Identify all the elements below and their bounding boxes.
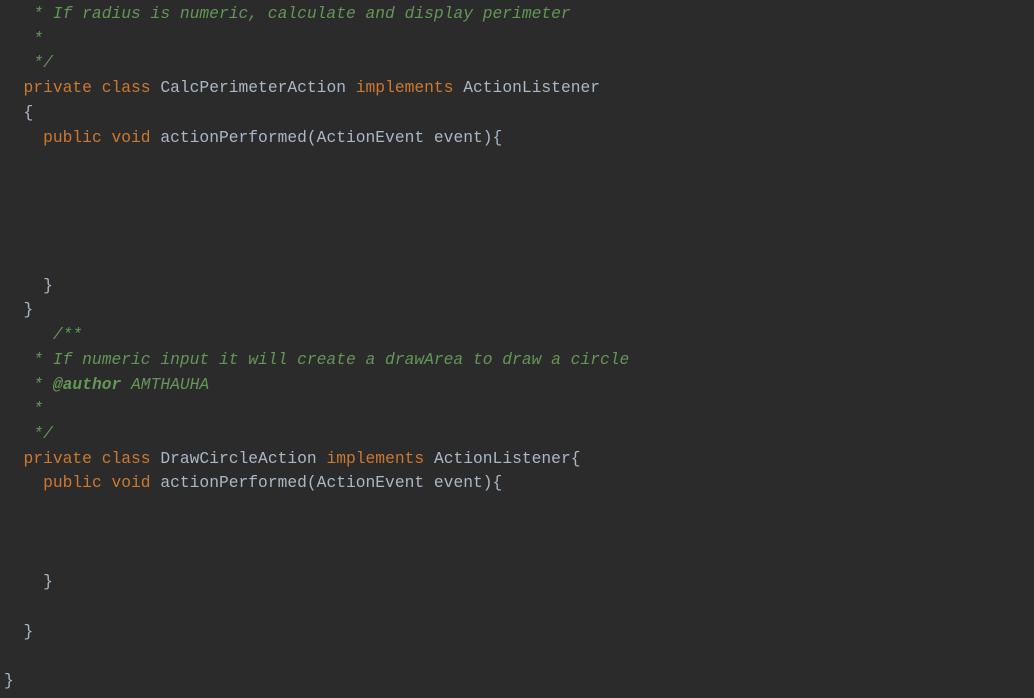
code-token: } <box>4 670 14 690</box>
code-line[interactable]: /** <box>4 323 82 348</box>
keyword-token: private class <box>23 448 161 468</box>
code-line[interactable]: * If numeric input it will create a draw… <box>4 348 629 373</box>
code-line[interactable]: private class DrawCircleAction implement… <box>4 447 581 472</box>
code-line[interactable]: } <box>4 274 53 299</box>
code-token: actionPerformed(ActionEvent event){ <box>160 127 503 147</box>
code-token: } <box>4 275 53 295</box>
code-line[interactable]: * <box>4 397 43 422</box>
code-token: ActionListener <box>463 78 601 98</box>
comment-token: * <box>4 28 44 48</box>
keyword-token: private class <box>23 78 161 98</box>
keyword-token: implements <box>355 78 464 98</box>
code-token: } <box>4 621 34 641</box>
comment-token: */ <box>4 423 53 443</box>
code-token: { <box>4 102 34 122</box>
code-token: } <box>4 300 34 320</box>
code-line[interactable]: */ <box>4 422 53 447</box>
code-token: ActionListener{ <box>433 448 581 468</box>
comment-token: /** <box>4 325 83 345</box>
code-line[interactable]: { <box>4 101 34 126</box>
code-line[interactable]: } <box>4 298 34 323</box>
code-line[interactable]: */ <box>4 51 53 76</box>
comment-token: * If numeric input it will create a draw… <box>4 349 630 369</box>
keyword-token: public void <box>43 127 161 147</box>
code-token: } <box>4 572 53 592</box>
code-line[interactable]: public void actionPerformed(ActionEvent … <box>4 126 502 151</box>
javadoc-tag-token: @author <box>52 374 122 394</box>
code-line[interactable]: } <box>4 669 14 694</box>
comment-token: * <box>4 399 44 419</box>
code-line[interactable]: private class CalcPerimeterAction implem… <box>4 76 601 101</box>
comment-token: * <box>4 374 53 394</box>
code-token: CalcPerimeterAction <box>160 78 356 98</box>
code-line[interactable]: * <box>4 27 43 52</box>
comment-token: * If radius is numeric, calculate and di… <box>4 4 571 23</box>
keyword-token: public void <box>43 473 161 493</box>
code-token: actionPerformed(ActionEvent event){ <box>160 473 503 493</box>
code-line[interactable]: * If radius is numeric, calculate and di… <box>4 2 571 27</box>
comment-token: AMTHAUHA <box>121 374 210 394</box>
code-line[interactable]: public void actionPerformed(ActionEvent … <box>4 471 502 496</box>
code-editor[interactable]: * If radius is numeric, calculate and di… <box>0 0 1034 698</box>
code-line[interactable]: * @author AMTHAUHA <box>4 373 209 398</box>
code-token: DrawCircleAction <box>160 448 327 468</box>
code-line[interactable]: } <box>4 620 34 645</box>
code-line[interactable]: } <box>4 570 53 595</box>
comment-token: */ <box>4 53 53 73</box>
keyword-token: implements <box>326 448 434 468</box>
